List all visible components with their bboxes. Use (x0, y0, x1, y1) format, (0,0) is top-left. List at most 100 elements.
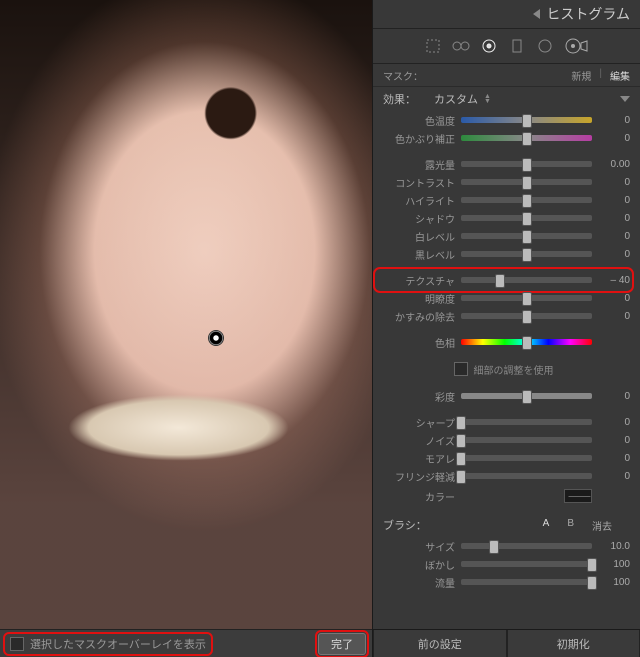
section-collapse-icon[interactable] (620, 96, 630, 102)
reset-button[interactable]: 初期化 (507, 630, 640, 657)
size-label: サイズ (377, 539, 455, 554)
image-canvas[interactable] (0, 0, 372, 629)
blacks-label: 黒レベル (377, 247, 455, 262)
whites-value: 0 (598, 231, 630, 242)
flow-slider[interactable] (461, 579, 592, 585)
done-button[interactable]: 完了 (318, 633, 366, 655)
mask-edit-link[interactable]: 編集 (610, 68, 630, 83)
spot-tool-icon[interactable] (452, 37, 470, 55)
size-slider[interactable] (461, 543, 592, 549)
brush-erase-tab[interactable]: 消去 (592, 518, 612, 533)
slider-exposure: 露光量0.00 (377, 155, 630, 173)
fine-adjust-label: 細部の調整を使用 (474, 362, 554, 377)
crop-tool-icon[interactable] (424, 37, 442, 55)
whites-label: 白レベル (377, 229, 455, 244)
radial-tool-icon[interactable] (536, 37, 554, 55)
image-preview-pane: 選択したマスクオーバーレイを表示 完了 (0, 0, 372, 657)
panel-footer: 前の設定 初期化 (373, 629, 640, 657)
slider-whites: 白レベル 0 (377, 227, 630, 245)
slider-texture: テクスチャ – 40 (377, 271, 630, 289)
mask-overlay-checkbox[interactable] (10, 637, 24, 651)
dehaze-label: かすみの除去 (377, 309, 455, 324)
moire-value: 0 (598, 453, 630, 464)
slider-noise: ノイズ0 (377, 431, 630, 449)
mask-overlay-label: 選択したマスクオーバーレイを表示 (30, 636, 206, 652)
whites-slider[interactable] (461, 233, 592, 239)
slider-saturation: 彩度 0 (377, 387, 630, 405)
preview-footer: 選択したマスクオーバーレイを表示 完了 (0, 629, 372, 657)
mask-mode-row: マスク： 新規 | 編集 (373, 64, 640, 87)
hue-slider[interactable] (461, 339, 592, 345)
slider-dehaze: かすみの除去 0 (377, 307, 630, 325)
brush-b-tab[interactable]: B (567, 518, 574, 533)
effect-label: 効果： (383, 91, 416, 107)
slider-hue: 色相 (377, 333, 630, 351)
exposure-slider[interactable] (461, 161, 592, 167)
texture-slider[interactable] (461, 277, 592, 283)
slider-defringe: フリンジ軽減 0 (377, 467, 630, 485)
color-swatch[interactable] (564, 489, 592, 503)
flow-label: 流量 (377, 575, 455, 590)
exposure-label: 露光量 (377, 157, 455, 172)
size-value: 10.0 (598, 541, 630, 552)
effect-preset[interactable]: カスタム (434, 91, 478, 107)
hue-label: 色相 (377, 335, 455, 350)
slider-sharp: シャープ0 (377, 413, 630, 431)
saturation-value: 0 (598, 391, 630, 402)
highlights-value: 0 (598, 195, 630, 206)
collapse-triangle-icon[interactable] (533, 9, 540, 19)
slider-shadows: シャドウ0 (377, 209, 630, 227)
defringe-value: 0 (598, 471, 630, 482)
blacks-slider[interactable] (461, 251, 592, 257)
slider-tint: 色かぶり補正0 (377, 129, 630, 147)
clarity-value: 0 (598, 293, 630, 304)
panel-title: ヒストグラム (546, 4, 630, 24)
sharp-value: 0 (598, 417, 630, 428)
develop-panel: ヒストグラム マスク： 新規 | 編集 効果： カスタム ▲▼ (372, 0, 640, 657)
texture-value: – 40 (598, 275, 630, 286)
mask-new-link[interactable]: 新規 (571, 68, 591, 83)
effect-section-header[interactable]: 効果： カスタム ▲▼ (373, 87, 640, 109)
fine-adjust-checkbox[interactable] (454, 362, 468, 376)
clarity-label: 明瞭度 (377, 291, 455, 306)
noise-label: ノイズ (377, 433, 455, 448)
feather-label: ぼかし (377, 557, 455, 572)
gradient-tool-icon[interactable] (508, 37, 526, 55)
brush-a-tab[interactable]: A (543, 518, 550, 533)
sharp-slider[interactable] (461, 419, 592, 425)
slider-clarity: 明瞭度 0 (377, 289, 630, 307)
feather-value: 100 (598, 559, 630, 570)
temp-value: 0 (598, 115, 630, 126)
preset-stepper-icon[interactable]: ▲▼ (484, 94, 491, 104)
defringe-label: フリンジ軽減 (377, 469, 455, 484)
redeye-tool-icon[interactable] (480, 37, 498, 55)
moire-slider[interactable] (461, 455, 592, 461)
slider-temp: 色温度0 (377, 111, 630, 129)
temp-slider[interactable] (461, 117, 592, 123)
slider-list: 色温度0色かぶり補正0露光量0.00コントラスト0ハイライト0シャドウ0白レベル… (373, 109, 640, 487)
slider-moire: モアレ 0 (377, 449, 630, 467)
saturation-slider[interactable] (461, 393, 592, 399)
highlights-slider[interactable] (461, 197, 592, 203)
brush-sliders: サイズ 10.0 ぼかし 100 流量 100 (373, 535, 640, 593)
brush-pin-icon[interactable] (208, 330, 224, 346)
tint-slider[interactable] (461, 135, 592, 141)
previous-settings-button[interactable]: 前の設定 (373, 630, 507, 657)
dehaze-value: 0 (598, 311, 630, 322)
noise-slider[interactable] (461, 437, 592, 443)
texture-label: テクスチャ (377, 273, 455, 288)
brush-tool-icon[interactable] (564, 37, 590, 55)
blacks-value: 0 (598, 249, 630, 260)
contrast-slider[interactable] (461, 179, 592, 185)
dehaze-slider[interactable] (461, 313, 592, 319)
shadows-label: シャドウ (377, 211, 455, 226)
shadows-slider[interactable] (461, 215, 592, 221)
saturation-label: 彩度 (377, 389, 455, 404)
tool-strip (373, 29, 640, 64)
tint-value: 0 (598, 133, 630, 144)
feather-slider[interactable] (461, 561, 592, 567)
panel-header[interactable]: ヒストグラム (373, 0, 640, 29)
clarity-slider[interactable] (461, 295, 592, 301)
defringe-slider[interactable] (461, 473, 592, 479)
moire-label: モアレ (377, 451, 455, 466)
